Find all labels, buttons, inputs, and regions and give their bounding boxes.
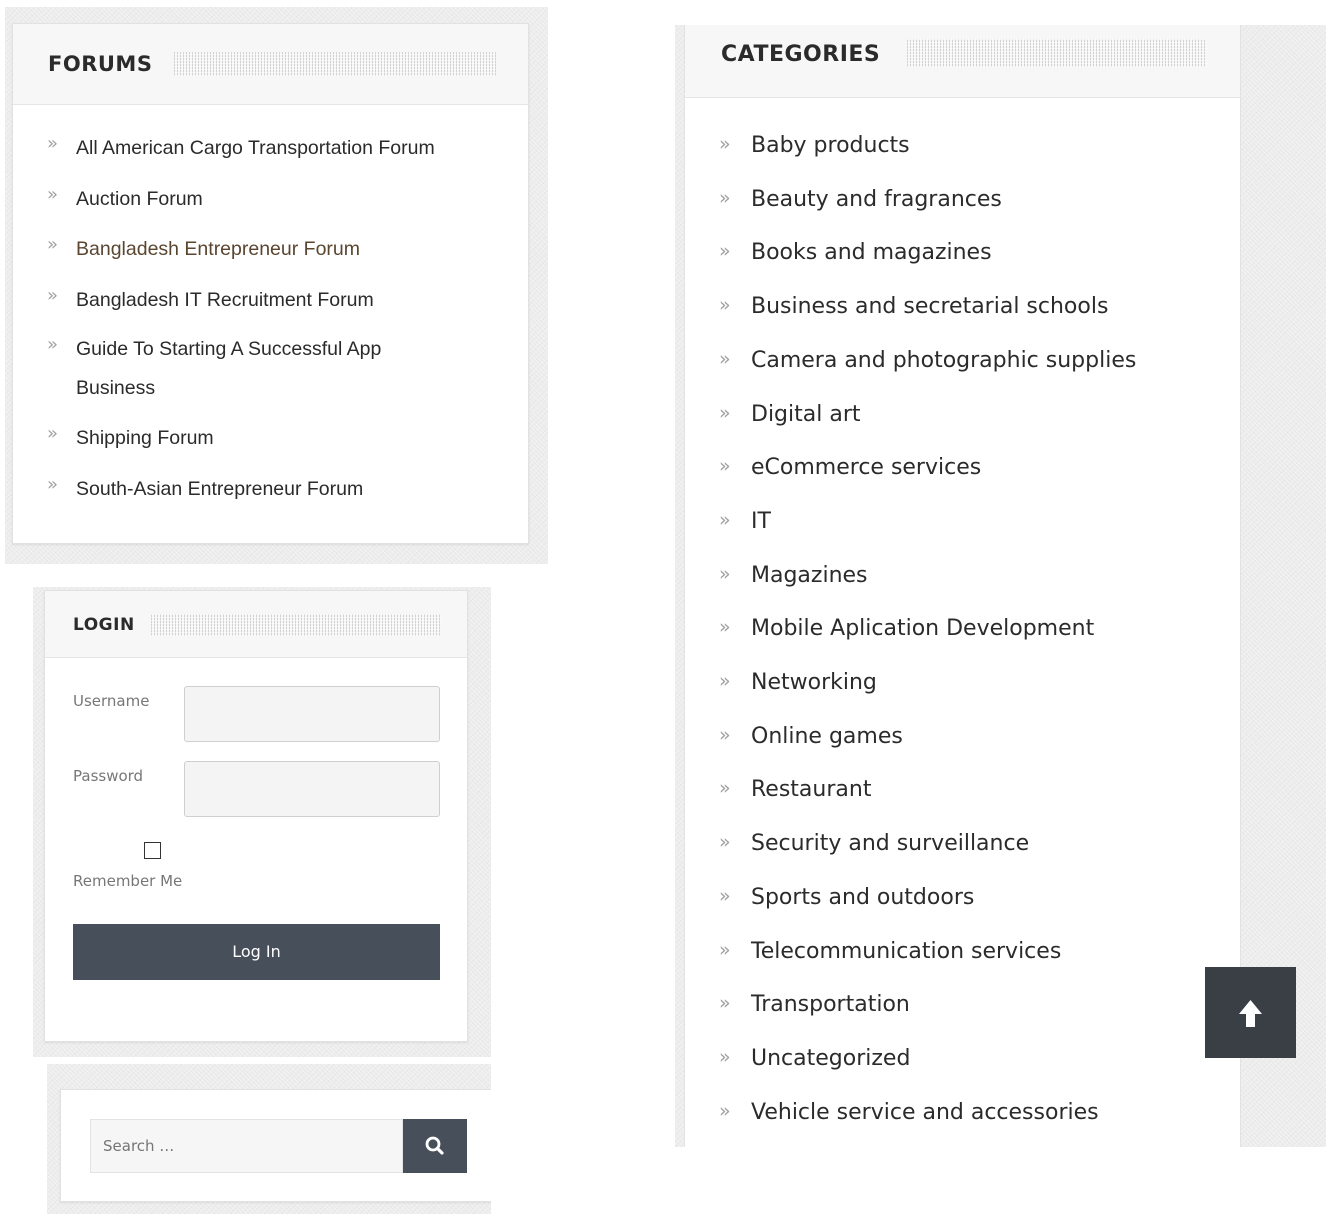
login-widget: LOGIN Username Password Remember Me Log …	[44, 590, 468, 1042]
forum-link[interactable]: Bangladesh IT Recruitment Forum	[76, 281, 536, 320]
category-link[interactable]: Vehicle service and accessories	[751, 1100, 1099, 1125]
double-chevron-right-icon: »	[719, 508, 731, 531]
username-label: Username	[73, 692, 150, 710]
double-chevron-right-icon: »	[719, 347, 731, 370]
categories-widget: CATEGORIES » Baby products » Beauty and fra…	[684, 25, 1241, 1147]
remember-me-label: Remember Me	[73, 872, 183, 890]
category-link[interactable]: Magazines	[751, 563, 868, 588]
category-link[interactable]: Beauty and fragrances	[751, 187, 1002, 212]
forum-link[interactable]: Bangladesh Entrepreneur Forum	[76, 230, 536, 269]
remember-me-checkbox[interactable]	[144, 842, 161, 859]
double-chevron-right-icon: »	[47, 285, 59, 306]
category-link[interactable]: Security and surveillance	[751, 831, 1029, 856]
double-chevron-right-icon: »	[719, 240, 731, 263]
category-link[interactable]: Transportation	[751, 992, 910, 1017]
category-link[interactable]: Camera and photographic supplies	[751, 348, 1136, 373]
forums-header: FORUMS	[13, 24, 528, 105]
login-header: LOGIN	[45, 591, 467, 658]
category-link[interactable]: Networking	[751, 670, 877, 695]
categories-title-decoration	[907, 39, 1207, 67]
category-link[interactable]: Online games	[751, 724, 903, 749]
category-link[interactable]: Sports and outdoors	[751, 885, 974, 910]
forum-link[interactable]: Guide To Starting A Successful App Busin…	[76, 330, 456, 408]
category-link[interactable]: Books and magazines	[751, 240, 992, 265]
search-icon	[425, 1136, 444, 1155]
search-widget	[60, 1089, 500, 1202]
categories-title: CATEGORIES	[721, 42, 881, 67]
password-label: Password	[73, 767, 144, 785]
double-chevron-right-icon: »	[719, 777, 731, 800]
login-title: LOGIN	[73, 615, 135, 635]
categories-header: CATEGORIES	[685, 25, 1240, 98]
search-clip	[491, 1064, 675, 1214]
double-chevron-right-icon: »	[719, 938, 731, 961]
double-chevron-right-icon: »	[47, 133, 59, 154]
category-link[interactable]: Baby products	[751, 133, 910, 158]
category-link[interactable]: eCommerce services	[751, 455, 981, 480]
forum-link[interactable]: All American Cargo Transportation Forum	[76, 129, 536, 168]
category-link[interactable]: Digital art	[751, 402, 861, 427]
double-chevron-right-icon: »	[719, 884, 731, 907]
category-link[interactable]: Mobile Aplication Development	[751, 616, 1094, 641]
category-link[interactable]: Uncategorized	[751, 1046, 910, 1071]
username-field[interactable]	[184, 686, 440, 742]
search-button[interactable]	[403, 1119, 467, 1173]
search-input[interactable]	[90, 1119, 403, 1173]
double-chevron-right-icon: »	[719, 1045, 731, 1068]
double-chevron-right-icon: »	[719, 294, 731, 317]
login-title-decoration	[151, 614, 441, 636]
double-chevron-right-icon: »	[719, 455, 731, 478]
category-link[interactable]: Business and secretarial schools	[751, 294, 1108, 319]
category-link[interactable]: IT	[751, 509, 771, 534]
double-chevron-right-icon: »	[47, 334, 59, 355]
forum-link[interactable]: Auction Forum	[76, 180, 536, 219]
forums-widget: FORUMS » All American Cargo Transportatio…	[12, 23, 529, 544]
double-chevron-right-icon: »	[719, 723, 731, 746]
forums-title: FORUMS	[48, 52, 153, 76]
double-chevron-right-icon: »	[47, 234, 59, 255]
login-button[interactable]: Log In	[73, 924, 440, 980]
double-chevron-right-icon: »	[719, 992, 731, 1015]
double-chevron-right-icon: »	[719, 616, 731, 639]
category-link[interactable]: Telecommunication services	[751, 939, 1061, 964]
forums-title-decoration	[174, 52, 496, 76]
password-field[interactable]	[184, 761, 440, 817]
double-chevron-right-icon: »	[47, 184, 59, 205]
forum-link[interactable]: Shipping Forum	[76, 419, 536, 458]
double-chevron-right-icon: »	[719, 1099, 731, 1122]
forum-link[interactable]: South-Asian Entrepreneur Forum	[76, 470, 536, 509]
double-chevron-right-icon: »	[719, 133, 731, 155]
double-chevron-right-icon: »	[47, 474, 59, 495]
double-chevron-right-icon: »	[719, 831, 731, 854]
double-chevron-right-icon: »	[719, 186, 731, 209]
double-chevron-right-icon: »	[719, 401, 731, 424]
category-link[interactable]: Restaurant	[751, 777, 871, 802]
double-chevron-right-icon: »	[719, 562, 731, 585]
double-chevron-right-icon: »	[719, 670, 731, 692]
scroll-top-button[interactable]	[1205, 967, 1296, 1058]
double-chevron-right-icon: »	[47, 423, 59, 444]
arrow-up-icon	[1239, 1000, 1262, 1027]
